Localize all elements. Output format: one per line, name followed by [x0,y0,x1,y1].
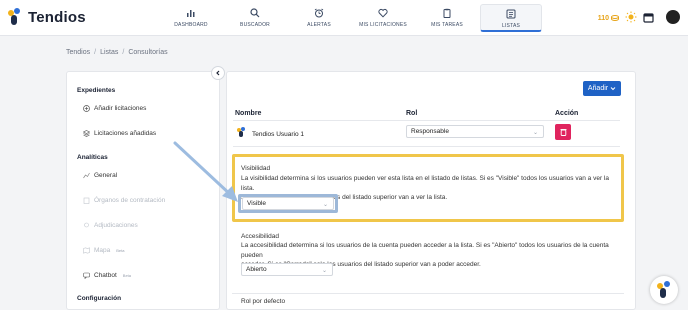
logo-mark-icon [8,8,24,26]
sidebar-item-label: General [94,172,118,179]
visibility-select-value: Visible [247,200,267,207]
list-sidebar: Expedientes Añadir licitaciones Licitaci… [66,71,220,310]
chevron-down-icon: ⌄ [321,268,327,274]
add-button[interactable]: Añadir [583,81,621,96]
breadcrumb-item[interactable]: Listas [100,49,118,56]
clipboard-icon [442,7,453,18]
sidebar-item-licitaciones-anadidas[interactable]: Licitaciones añadidas [83,130,156,137]
visibility-select[interactable]: Visible ⌄ [242,197,334,210]
logo-text: Tendios [28,8,86,26]
nav-label: LISTAS [501,23,521,29]
accessibility-select[interactable]: Abierto ⌄ [241,263,333,276]
breadcrumb-separator: / [94,49,97,56]
sidebar-item-label: Añadir licitaciones [94,105,147,112]
coins-icon [611,15,619,21]
default-role-title: Rol por defecto [241,298,286,305]
nav-buscador[interactable]: BUSCADOR [224,4,286,32]
nav-mis-tareas[interactable]: MIS TAREAS [416,4,478,32]
heart-icon [378,7,389,18]
nav-mis-licitaciones[interactable]: MIS LICITACIONES [352,4,414,32]
sidebar-section-expedientes: Expedientes [77,87,116,94]
chevron-left-icon [216,70,220,76]
user-logo-icon [237,127,247,137]
list-icon [506,8,517,19]
nav-listas[interactable]: LISTAS [480,4,542,32]
alarm-clock-icon [314,7,325,18]
beta-badge: Beta [122,273,132,278]
calendar-icon[interactable] [643,12,654,25]
breadcrumb-separator: / [122,49,125,56]
sidebar-item-add-licitaciones[interactable]: Añadir licitaciones [83,105,146,112]
table-cell-user-name: Tendios Usuario 1 [252,131,305,138]
sidebar-collapse-button[interactable] [211,66,225,80]
nav-label: DASHBOARD [174,22,208,28]
stack-icon [83,130,90,137]
sidebar-item-adjudicaciones[interactable]: Adjudicaciones [83,222,138,229]
beta-badge: Beta [116,248,125,253]
table-divider [233,146,620,147]
building-icon [83,197,90,204]
nav-label: MIS LICITACIONES [359,22,407,28]
sidebar-item-label: Chatbot [94,272,117,279]
sidebar-section-configuracion: Configuración [77,295,122,302]
breadcrumb: Tendios / Listas / Consultorías [66,49,168,56]
add-button-label: Añadir [587,85,609,92]
top-navbar: Tendios DASHBOARD BUSCADOR ALERTAS MIS L… [0,0,688,36]
search-icon [250,7,261,18]
top-right-tools: 110 [598,11,654,25]
sidebar-item-label: Licitaciones añadidas [94,130,157,137]
tendios-logo[interactable]: Tendios [8,8,86,26]
help-widget-button[interactable] [650,276,678,304]
column-header-rol: Rol [406,110,418,117]
sidebar-item-organos[interactable]: Órganos de contratación [83,197,165,204]
table-divider [233,120,620,121]
column-header-nombre: Nombre [235,110,262,117]
user-avatar[interactable] [666,10,680,24]
sidebar-section-analiticas: Analíticas [77,154,108,161]
nav-dashboard[interactable]: DASHBOARD [160,4,222,32]
credits-badge[interactable]: 110 [598,15,619,22]
accessibility-description-line: La accesibilidad determina si los usuari… [241,242,609,259]
sidebar-item-label: Adjudicaciones [94,222,138,229]
sidebar-item-chatbot[interactable]: Chatbot Beta [83,272,131,279]
chat-bubble-icon [83,272,90,279]
chevron-down-icon [610,87,616,91]
column-header-accion: Acción [555,110,579,117]
credits-count: 110 [597,14,609,22]
sidebar-item-label: Órganos de contratación [94,197,166,204]
sun-icon[interactable] [625,11,637,25]
chart-icon [83,172,90,179]
chevron-down-icon: ⌄ [322,202,328,208]
accessibility-select-value: Abierto [246,266,267,273]
nav-label: ALERTAS [307,22,331,28]
role-select[interactable]: Responsable ⌄ [406,125,544,138]
map-icon [83,247,90,254]
bar-chart-icon [186,7,197,18]
nav-alertas[interactable]: ALERTAS [288,4,350,32]
visibility-title: Visibilidad [241,165,271,172]
main-nav: DASHBOARD BUSCADOR ALERTAS MIS LICITACIO… [160,4,542,32]
sidebar-item-label: Mapa [94,247,111,254]
breadcrumb-item[interactable]: Tendios [66,49,90,56]
breadcrumb-item-current: Consultorías [128,49,168,56]
chevron-down-icon: ⌄ [532,130,538,136]
sidebar-item-mapa[interactable]: Mapa Beta [83,247,125,254]
plus-circle-icon [83,105,90,112]
section-divider [232,293,624,294]
trash-icon [560,129,566,136]
sidebar-item-general[interactable]: General [83,172,117,179]
delete-user-button[interactable] [555,124,571,140]
accessibility-title: Accesibilidad [241,233,279,240]
nav-label: MIS TAREAS [431,22,463,28]
role-select-value: Responsable [411,128,449,135]
visibility-description-line: La visibilidad determina si los usuarios… [241,175,609,192]
award-icon [83,222,90,229]
nav-label: BUSCADOR [240,22,270,28]
